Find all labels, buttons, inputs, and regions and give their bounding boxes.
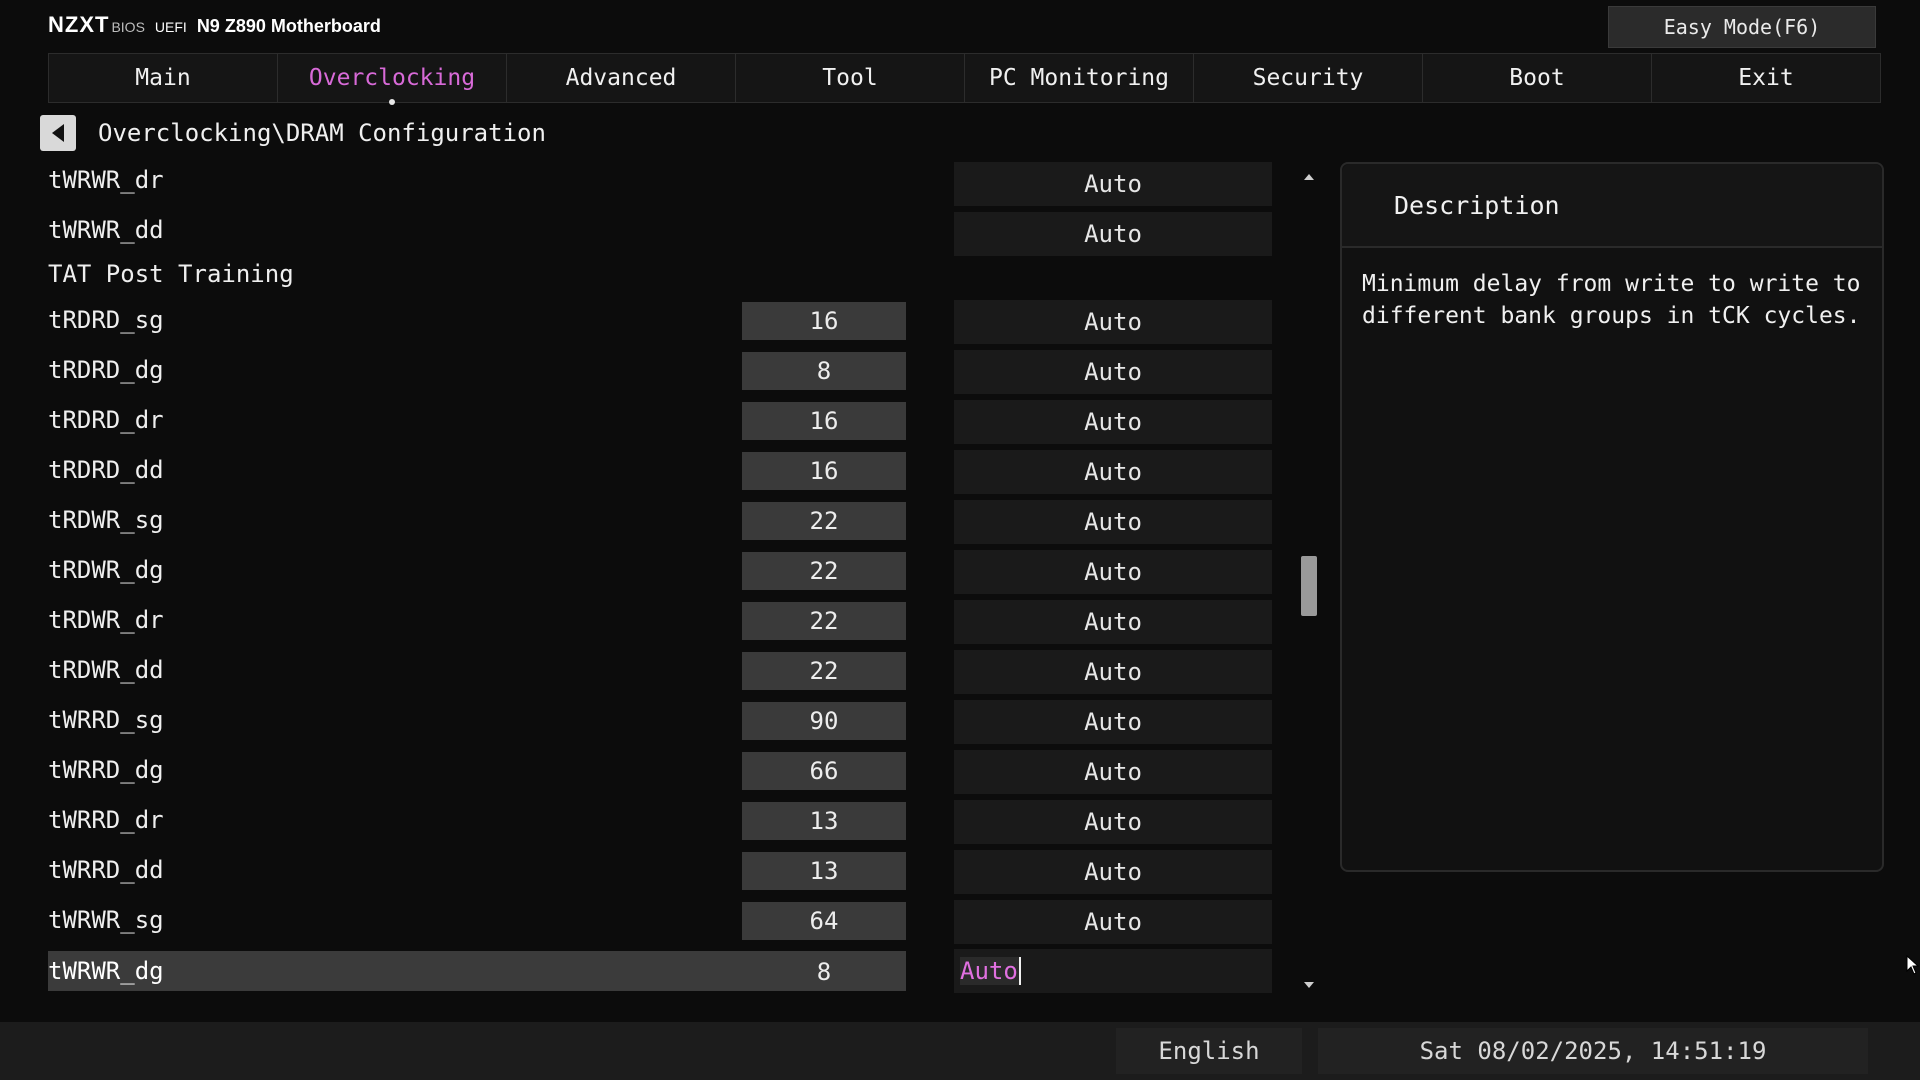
setting-label: tWRWR_dr <box>48 166 164 194</box>
setting-row-twrrd-dg[interactable]: tWRRD_dg 66 Auto <box>0 750 1300 794</box>
setting-label: tRDWR_sg <box>48 506 164 534</box>
breadcrumb-path: Overclocking\DRAM Configuration <box>98 119 546 147</box>
brand-text: NZXT <box>48 12 110 37</box>
back-arrow-icon <box>52 124 64 142</box>
setting-value-field[interactable]: Auto <box>954 550 1272 594</box>
tab-pc-monitoring[interactable]: PC Monitoring <box>964 53 1194 103</box>
setting-row-trdrd-sg[interactable]: tRDRD_sg 16 Auto <box>0 300 1300 344</box>
setting-label: tRDRD_sg <box>48 306 164 334</box>
setting-label: tRDWR_dr <box>48 606 164 634</box>
current-value: 22 <box>742 602 906 640</box>
section-label: TAT Post Training <box>48 260 294 288</box>
current-value: 8 <box>816 958 832 986</box>
tab-tool[interactable]: Tool <box>735 53 965 103</box>
setting-row-twrrd-sg[interactable]: tWRRD_sg 90 Auto <box>0 700 1300 744</box>
setting-value-field[interactable]: Auto <box>954 800 1272 844</box>
setting-label: tRDWR_dg <box>48 556 164 584</box>
setting-value-field[interactable]: Auto <box>954 500 1272 544</box>
footer: English Sat 08/02/2025, 14:51:19 <box>0 1022 1920 1080</box>
breadcrumb: Overclocking\DRAM Configuration <box>40 114 546 152</box>
setting-value-field[interactable]: Auto <box>954 700 1272 744</box>
setting-label: tWRRD_sg <box>48 706 164 734</box>
setting-value-field[interactable]: Auto <box>954 162 1272 206</box>
tab-exit[interactable]: Exit <box>1651 53 1881 103</box>
setting-row-twrwr-dr[interactable]: tWRWR_dr Auto <box>0 160 1300 206</box>
setting-label: tWRWR_sg <box>48 906 164 934</box>
nzxt-logo: NZXT BIOS UEFI N9 Z890 Motherboard <box>48 12 381 42</box>
setting-row-trdwr-dg[interactable]: tRDWR_dg 22 Auto <box>0 550 1300 594</box>
scroll-thumb[interactable] <box>1301 556 1317 616</box>
settings-scrollbar[interactable] <box>1300 170 1320 988</box>
setting-label: tRDRD_dg <box>48 356 164 384</box>
tab-security[interactable]: Security <box>1193 53 1423 103</box>
datetime-display: Sat 08/02/2025, 14:51:19 <box>1318 1028 1868 1074</box>
setting-value-field[interactable]: Auto <box>954 900 1272 944</box>
setting-value-field[interactable]: Auto <box>954 600 1272 644</box>
description-panel: Description Minimum delay from write to … <box>1340 162 1884 872</box>
setting-row-trdrd-dg[interactable]: tRDRD_dg 8 Auto <box>0 350 1300 394</box>
current-value: 13 <box>742 802 906 840</box>
setting-row-trdrd-dd[interactable]: tRDRD_dd 16 Auto <box>0 450 1300 494</box>
setting-value-field[interactable]: Auto <box>954 300 1272 344</box>
current-value: 64 <box>742 902 906 940</box>
setting-row-twrwr-sg[interactable]: tWRWR_sg 64 Auto <box>0 900 1300 944</box>
current-value: 66 <box>742 752 906 790</box>
setting-label: tWRRD_dr <box>48 806 164 834</box>
header: NZXT BIOS UEFI N9 Z890 Motherboard Easy … <box>0 0 1920 52</box>
back-button[interactable] <box>40 115 76 151</box>
current-value: 13 <box>742 852 906 890</box>
current-value: 22 <box>742 652 906 690</box>
description-text: Minimum delay from write to write to dif… <box>1362 271 1861 329</box>
current-value: 16 <box>742 402 906 440</box>
current-value: 16 <box>742 452 906 490</box>
setting-label: tWRRD_dd <box>48 856 164 884</box>
setting-row-twrwr-dg-selected[interactable]: tWRWR_dg 8 Auto <box>0 949 1300 993</box>
current-value: 22 <box>742 502 906 540</box>
easy-mode-button[interactable]: Easy Mode(F6) <box>1608 6 1876 48</box>
current-value: 8 <box>742 352 906 390</box>
setting-row-twrwr-dd[interactable]: tWRWR_dd Auto <box>0 210 1300 256</box>
uefi-text: UEFI <box>154 19 187 35</box>
tab-boot[interactable]: Boot <box>1422 53 1652 103</box>
editing-text[interactable]: Auto <box>960 957 1021 985</box>
setting-value-field[interactable]: Auto <box>954 450 1272 494</box>
scroll-down-arrow-icon[interactable] <box>1304 982 1314 988</box>
setting-row-trdrd-dr[interactable]: tRDRD_dr 16 Auto <box>0 400 1300 444</box>
tab-overclocking[interactable]: Overclocking <box>277 53 507 105</box>
model-name: N9 Z890 Motherboard <box>196 16 381 36</box>
setting-label: tWRWR_dd <box>48 216 164 244</box>
bios-text: BIOS <box>111 19 145 35</box>
tab-main[interactable]: Main <box>48 53 278 103</box>
setting-value-field-editing[interactable]: Auto <box>954 949 1272 993</box>
setting-row-twrrd-dr[interactable]: tWRRD_dr 13 Auto <box>0 800 1300 844</box>
setting-label: tRDRD_dd <box>48 456 164 484</box>
scroll-up-arrow-icon[interactable] <box>1304 174 1314 180</box>
current-value: 90 <box>742 702 906 740</box>
setting-row-trdwr-dr[interactable]: tRDWR_dr 22 Auto <box>0 600 1300 644</box>
description-title: Description <box>1342 164 1882 248</box>
current-value: 22 <box>742 552 906 590</box>
setting-label: tRDRD_dr <box>48 406 164 434</box>
setting-row-twrrd-dd[interactable]: tWRRD_dd 13 Auto <box>0 850 1300 894</box>
setting-label: tWRWR_dg <box>48 957 164 985</box>
tab-advanced[interactable]: Advanced <box>506 53 736 103</box>
mouse-pointer-icon <box>1906 955 1920 975</box>
setting-value-field[interactable]: Auto <box>954 400 1272 444</box>
main-tabs: Main Overclocking Advanced Tool PC Monit… <box>48 53 1881 105</box>
setting-row-trdwr-sg[interactable]: tRDWR_sg 22 Auto <box>0 500 1300 544</box>
setting-row-trdwr-dd[interactable]: tRDWR_dd 22 Auto <box>0 650 1300 694</box>
setting-value-field[interactable]: Auto <box>954 212 1272 256</box>
setting-value-field[interactable]: Auto <box>954 750 1272 794</box>
setting-value-field[interactable]: Auto <box>954 350 1272 394</box>
setting-value-field[interactable]: Auto <box>954 650 1272 694</box>
setting-value-field[interactable]: Auto <box>954 850 1272 894</box>
setting-label: tRDWR_dd <box>48 656 164 684</box>
setting-label: tWRRD_dg <box>48 756 164 784</box>
section-header-tat-post-training: TAT Post Training <box>0 254 1300 294</box>
current-value: 16 <box>742 302 906 340</box>
language-selector[interactable]: English <box>1116 1028 1302 1074</box>
